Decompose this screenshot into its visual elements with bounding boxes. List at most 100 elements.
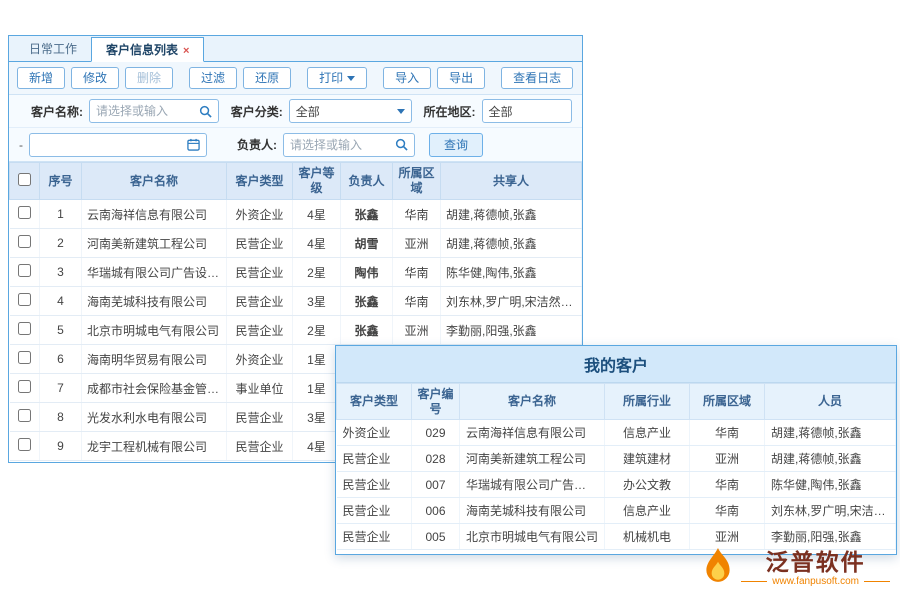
category-value: 全部 xyxy=(296,103,320,120)
header-region[interactable]: 所属区域 xyxy=(393,163,441,200)
add-button[interactable]: 新增 xyxy=(17,67,65,89)
cell-owner[interactable]: 陶伟 xyxy=(341,258,393,287)
tab-customer-list[interactable]: 客户信息列表× xyxy=(91,37,204,62)
manager-input[interactable] xyxy=(290,138,391,152)
cell-owner[interactable]: 张鑫 xyxy=(341,287,393,316)
cell-customer-name[interactable]: 成都市社会保险基金管理... xyxy=(82,374,227,403)
cell-code[interactable]: 005 xyxy=(412,524,460,550)
header-shared[interactable]: 共享人 xyxy=(441,163,582,200)
cell-no: 6 xyxy=(40,345,82,374)
header-customer-name[interactable]: 客户名称 xyxy=(82,163,227,200)
list-item[interactable]: 民营企业 028 河南美新建筑工程公司 建筑建材 亚洲 胡建,蒋德帧,张鑫 xyxy=(337,446,896,472)
cell-customer-name[interactable]: 北京市明城电气有限公司 xyxy=(82,316,227,345)
cell-owner[interactable]: 胡雪 xyxy=(341,229,393,258)
cell-region: 华南 xyxy=(690,472,765,498)
print-button[interactable]: 打印 xyxy=(307,67,367,89)
filter-button[interactable]: 过滤 xyxy=(189,67,237,89)
header-customer-type[interactable]: 客户类型 xyxy=(227,163,293,200)
table-row[interactable]: 3 华瑞城有限公司广告设计部 民营企业 2星 陶伟 华南 陈华健,陶伟,张鑫 xyxy=(10,258,582,287)
header-customer-level[interactable]: 客户等级 xyxy=(293,163,341,200)
category-select[interactable]: 全部 xyxy=(289,99,412,123)
cell-region: 亚洲 xyxy=(393,316,441,345)
logo-url: www.fanpusoft.com xyxy=(772,576,859,587)
query-button[interactable]: 查询 xyxy=(429,133,483,157)
cell-customer-name[interactable]: 光发水利水电有限公司 xyxy=(82,403,227,432)
cell-customer-name[interactable]: 华瑞城有限公司广告设计部 xyxy=(82,258,227,287)
cell-type: 民营企业 xyxy=(337,524,412,550)
table-row[interactable]: 5 北京市明城电气有限公司 民营企业 2星 张鑫 亚洲 李勤丽,阳强,张鑫 xyxy=(10,316,582,345)
list-item[interactable]: 民营企业 007 华瑞城有限公司广告设计部 办公文教 华南 陈华健,陶伟,张鑫 xyxy=(337,472,896,498)
import-button[interactable]: 导入 xyxy=(383,67,431,89)
my-customers-table: 客户类型 客户编号 客户名称 所属行业 所属区域 人员 外资企业 029 云南海… xyxy=(336,383,896,550)
cell-type: 民营企业 xyxy=(337,446,412,472)
cell-name[interactable]: 北京市明城电气有限公司 xyxy=(460,524,605,550)
region-value: 全部 xyxy=(489,103,513,120)
cell-customer-name[interactable]: 海南明华贸易有限公司 xyxy=(82,345,227,374)
cell-owner[interactable]: 张鑫 xyxy=(341,200,393,229)
row-checkbox[interactable] xyxy=(18,322,31,335)
cell-code[interactable]: 006 xyxy=(412,498,460,524)
cell-people: 李勤丽,阳强,张鑫 xyxy=(765,524,896,550)
date-input-box xyxy=(29,133,207,157)
region-select[interactable]: 全部 xyxy=(482,99,572,123)
row-checkbox[interactable] xyxy=(18,351,31,364)
delete-button[interactable]: 删除 xyxy=(125,67,173,89)
header-owner[interactable]: 负责人 xyxy=(341,163,393,200)
cell-customer-name[interactable]: 云南海祥信息有限公司 xyxy=(82,200,227,229)
tab-close-icon[interactable]: × xyxy=(183,45,189,57)
cell-customer-name[interactable]: 海南芜城科技有限公司 xyxy=(82,287,227,316)
cell-shared: 胡建,蒋德帧,张鑫 xyxy=(441,229,582,258)
cell-customer-type: 外资企业 xyxy=(227,345,293,374)
cell-region: 华南 xyxy=(393,200,441,229)
cell-name[interactable]: 华瑞城有限公司广告设计部 xyxy=(460,472,605,498)
header-no[interactable]: 序号 xyxy=(40,163,82,200)
cell-name[interactable]: 海南芜城科技有限公司 xyxy=(460,498,605,524)
search-icon[interactable] xyxy=(395,138,408,151)
search-icon[interactable] xyxy=(199,105,212,118)
list-item[interactable]: 外资企业 029 云南海祥信息有限公司 信息产业 华南 胡建,蒋德帧,张鑫 xyxy=(337,420,896,446)
cell-owner[interactable]: 张鑫 xyxy=(341,316,393,345)
row-checkbox[interactable] xyxy=(18,264,31,277)
manager-label: 负责人: xyxy=(237,136,277,153)
table-row[interactable]: 2 河南美新建筑工程公司 民营企业 4星 胡雪 亚洲 胡建,蒋德帧,张鑫 xyxy=(10,229,582,258)
table-row[interactable]: 4 海南芜城科技有限公司 民营企业 3星 张鑫 华南 刘东林,罗广明,宋洁然,张… xyxy=(10,287,582,316)
row-checkbox[interactable] xyxy=(18,293,31,306)
view-log-button[interactable]: 查看日志 xyxy=(501,67,573,89)
tab-bar: 日常工作 客户信息列表× xyxy=(9,36,582,62)
cell-region: 亚洲 xyxy=(690,524,765,550)
tab-daily-work[interactable]: 日常工作 xyxy=(15,37,91,62)
cell-code[interactable]: 028 xyxy=(412,446,460,472)
cell-region: 亚洲 xyxy=(393,229,441,258)
chevron-down-icon xyxy=(397,109,405,114)
cell-customer-level: 4星 xyxy=(293,432,341,461)
restore-button[interactable]: 还原 xyxy=(243,67,291,89)
edit-button[interactable]: 修改 xyxy=(71,67,119,89)
cell-code[interactable]: 007 xyxy=(412,472,460,498)
row-checkbox[interactable] xyxy=(18,409,31,422)
toolbar: 新增 修改 删除 过滤 还原 打印 导入 导出 查看日志 xyxy=(9,62,582,95)
cell-code[interactable]: 029 xyxy=(412,420,460,446)
my-customers-panel: 我的客户 客户类型 客户编号 客户名称 所属行业 所属区域 人员 外资企业 02… xyxy=(335,345,897,555)
list-item[interactable]: 民营企业 005 北京市明城电气有限公司 机械机电 亚洲 李勤丽,阳强,张鑫 xyxy=(337,524,896,550)
cell-customer-level: 3星 xyxy=(293,287,341,316)
export-button[interactable]: 导出 xyxy=(437,67,485,89)
cell-region: 华南 xyxy=(393,287,441,316)
row-checkbox[interactable] xyxy=(18,235,31,248)
cell-customer-name[interactable]: 河南美新建筑工程公司 xyxy=(82,229,227,258)
row-checkbox[interactable] xyxy=(18,438,31,451)
header-type: 客户类型 xyxy=(337,384,412,420)
customer-name-input[interactable] xyxy=(96,104,195,118)
calendar-icon[interactable] xyxy=(187,138,200,151)
row-checkbox[interactable] xyxy=(18,206,31,219)
select-all-checkbox[interactable] xyxy=(18,173,31,186)
cell-people: 刘东林,罗广明,宋洁然,张鑫 xyxy=(765,498,896,524)
row-checkbox[interactable] xyxy=(18,380,31,393)
cell-customer-name[interactable]: 龙宇工程机械有限公司 xyxy=(82,432,227,461)
table-row[interactable]: 1 云南海祥信息有限公司 外资企业 4星 张鑫 华南 胡建,蒋德帧,张鑫 xyxy=(10,200,582,229)
cell-name[interactable]: 河南美新建筑工程公司 xyxy=(460,446,605,472)
date-input[interactable] xyxy=(36,138,183,152)
cell-name[interactable]: 云南海祥信息有限公司 xyxy=(460,420,605,446)
customer-name-input-box xyxy=(89,99,219,123)
list-item[interactable]: 民营企业 006 海南芜城科技有限公司 信息产业 华南 刘东林,罗广明,宋洁然,… xyxy=(337,498,896,524)
cell-customer-level: 3星 xyxy=(293,403,341,432)
